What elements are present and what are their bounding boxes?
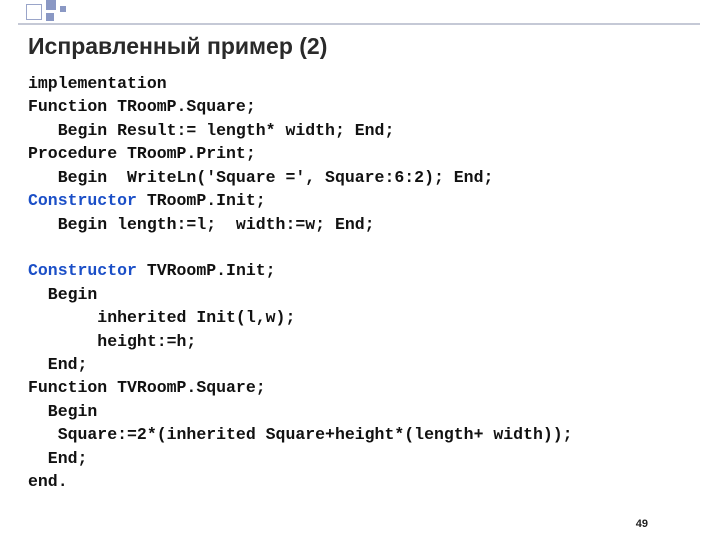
code-line: Begin Result:= length* width; End; (28, 121, 394, 140)
code-line: inherited Init(l,w); (28, 308, 295, 327)
code-line: TVRoomP.Init; (137, 261, 276, 280)
code-line: height:=h; (28, 332, 196, 351)
code-line: Procedure TRoomP.Print; (28, 144, 256, 163)
code-line: Begin WriteLn('Square =', Square:6:2); E… (28, 168, 493, 187)
header-divider (18, 23, 700, 25)
slide-title: Исправленный пример (2) (28, 33, 327, 60)
code-line: end. (28, 472, 68, 491)
code-block: implementation Function TRoomP.Square; B… (28, 72, 692, 494)
code-line: End; (28, 355, 87, 374)
code-line: Function TRoomP.Square; (28, 97, 256, 116)
code-line: Function TVRoomP.Square; (28, 378, 266, 397)
code-line: Begin (28, 402, 97, 421)
code-line: TRoomP.Init; (137, 191, 266, 210)
code-line: Square:=2*(inherited Square+height*(leng… (28, 425, 573, 444)
code-line: Begin length:=l; width:=w; End; (28, 215, 375, 234)
code-line: End; (28, 449, 87, 468)
keyword-constructor: Constructor (28, 261, 137, 280)
code-line: implementation (28, 74, 167, 93)
code-line: Begin (28, 285, 97, 304)
keyword-constructor: Constructor (28, 191, 137, 210)
page-number: 49 (636, 518, 648, 530)
